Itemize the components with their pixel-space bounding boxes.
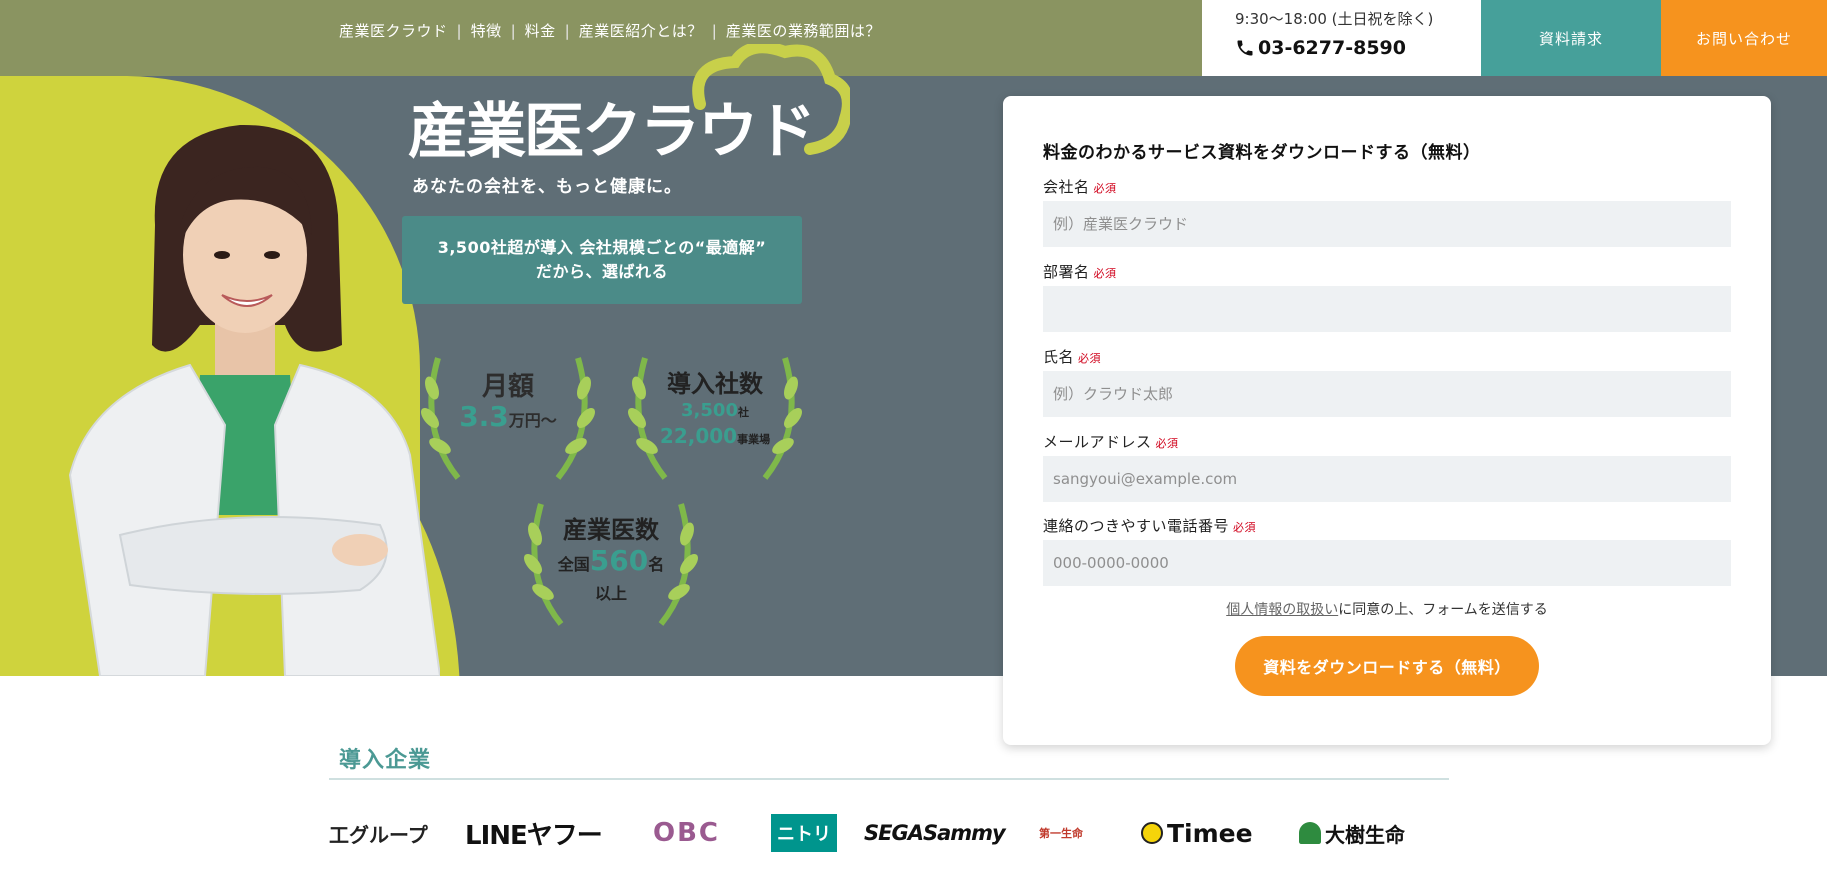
timee-logo-text: Timee [1167, 818, 1253, 848]
company-logo-row: 工グループ LINEヤフー OBC ニトリ SEGASammy 第一生命 Tim… [329, 808, 1449, 858]
full-name-input[interactable] [1043, 371, 1731, 417]
company-logo: LINEヤフー [465, 820, 603, 851]
request-materials-button[interactable]: 資料請求 [1481, 0, 1661, 76]
headline-line-1: 3,500社超が導入 会社規模ごとの“最適解” [437, 238, 767, 257]
label-text: 部署名 [1043, 263, 1090, 281]
email-input[interactable] [1043, 456, 1731, 502]
badge-title: 産業医数 [563, 516, 659, 544]
download-form: 料金のわかるサービス資料をダウンロードする（無料） 会社名必須 部署名必須 氏名… [1003, 96, 1771, 745]
price-badge: 月額 3.3万円〜 [418, 328, 598, 488]
tree-icon [1299, 822, 1321, 844]
badge-value: 3.3万円〜 [418, 400, 598, 433]
required-mark: 必須 [1093, 267, 1117, 280]
department-label: 部署名 必須 [1043, 261, 1117, 282]
nav-link-home[interactable]: 産業医クラウド [339, 20, 448, 41]
price-unit: 万円〜 [508, 411, 557, 430]
price-value: 3.3 [459, 400, 509, 433]
form-title: 料金のわかるサービス資料をダウンロードする（無料） [1043, 143, 1481, 163]
top-navigation: 産業医クラウド | 特徴 | 料金 | 産業医紹介とは？ | 産業医の業務範囲は… [339, 20, 881, 41]
label-text: 氏名 [1043, 348, 1075, 366]
label-text: 会社名 [1043, 178, 1090, 196]
badge-title: 導入社数 [667, 370, 763, 398]
download-submit-button[interactable]: 資料をダウンロードする（無料） [1235, 636, 1539, 696]
required-mark: 必須 [1233, 521, 1257, 534]
headline-box: 3,500社超が導入 会社規模ごとの“最適解” だから、選ばれる [402, 216, 802, 304]
company-logo: ニトリ [771, 808, 837, 858]
doctors-badge: 産業医数 全国560名 以上 [521, 474, 701, 634]
doctor-photo [68, 124, 440, 676]
contact-us-button[interactable]: お問い合わせ [1661, 0, 1827, 76]
phone-input[interactable] [1043, 540, 1731, 586]
companies-title: 導入企業 [339, 748, 432, 773]
nav-separator: | [456, 21, 462, 40]
doctors-count: 全国560名 [521, 544, 701, 577]
headline-line-2: だから、選ばれる [535, 262, 668, 281]
contact-info: 9:30〜18:00 (土日祝を除く) 03-6277-8590 [1202, 0, 1481, 76]
nav-link-introduction[interactable]: 産業医紹介とは？ [579, 20, 703, 41]
phone-number-text: 03-6277-8590 [1258, 37, 1406, 59]
required-mark: 必須 [1078, 352, 1102, 365]
sites-value: 22,000 [659, 424, 738, 448]
full-name-label: 氏名 必須 [1043, 346, 1101, 367]
required-mark: 必須 [1093, 182, 1117, 195]
company-logo: Timee [1141, 808, 1253, 858]
doctors-suffix: 以上 [594, 584, 627, 603]
label-text: 連絡のつきやすい電話番号 [1043, 517, 1230, 535]
nav-link-features[interactable]: 特徴 [471, 20, 502, 41]
privacy-text: に同意の上、フォームを送信する [1338, 602, 1548, 618]
privacy-consent: 個人情報の取扱いに同意の上、フォームを送信する [1003, 599, 1771, 619]
phone-icon [1237, 40, 1253, 56]
companies-value: 3,500 [681, 400, 738, 421]
company-name-input[interactable] [1043, 201, 1731, 247]
label-text: メールアドレス [1043, 433, 1152, 451]
nav-link-pricing[interactable]: 料金 [525, 20, 556, 41]
nav-separator: | [510, 21, 516, 40]
company-logo: SEGASammy [864, 821, 1006, 845]
adoption-sites: 22,000事業場 [625, 424, 805, 448]
nitori-logo-text: ニトリ [771, 814, 837, 852]
doctors-prefix: 全国 [557, 555, 590, 574]
company-logo: 工グループ [329, 822, 428, 847]
adoption-companies: 3,500社 [625, 400, 805, 421]
tagline: あなたの会社を、もっと健康に。 [412, 177, 682, 197]
divider [329, 778, 1449, 780]
email-label: メールアドレス 必須 [1043, 431, 1179, 452]
taiju-logo-text: 大樹生命 [1325, 822, 1405, 847]
nav-separator: | [711, 21, 717, 40]
brand-logo: 産業医クラウド [408, 97, 816, 167]
nav-separator: | [564, 21, 570, 40]
phone-label: 連絡のつきやすい電話番号 必須 [1043, 515, 1256, 536]
doctors-unit: 名 [648, 555, 665, 574]
company-name-label: 会社名 必須 [1043, 176, 1117, 197]
company-logo: 大樹生命 [1299, 808, 1405, 858]
adoption-badge: 導入社数 3,500社 22,000事業場 [625, 328, 805, 488]
nav-link-scope[interactable]: 産業医の業務範囲は？ [726, 20, 881, 41]
privacy-policy-link[interactable]: 個人情報の取扱い [1226, 602, 1338, 618]
phone-number[interactable]: 03-6277-8590 [1235, 37, 1481, 59]
company-logo: OBC [653, 818, 721, 848]
company-logo: 第一生命 [1039, 827, 1083, 840]
business-hours: 9:30〜18:00 (土日祝を除く) [1235, 10, 1434, 28]
required-mark: 必須 [1155, 437, 1179, 450]
companies-unit: 社 [737, 406, 749, 419]
department-input[interactable] [1043, 286, 1731, 332]
sites-unit: 事業場 [737, 433, 771, 446]
timee-icon [1141, 822, 1163, 844]
doctors-value: 560 [589, 544, 649, 577]
badge-title: 月額 [481, 372, 534, 402]
